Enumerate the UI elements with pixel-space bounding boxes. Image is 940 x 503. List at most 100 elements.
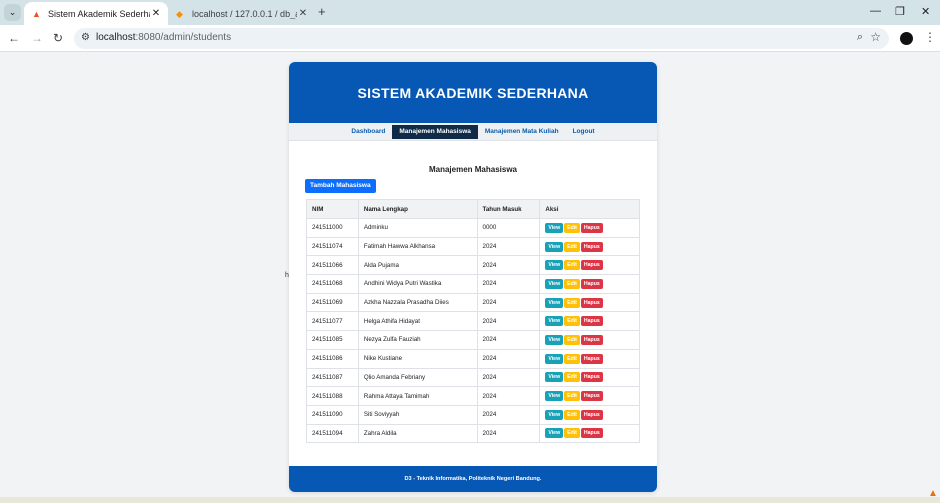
add-student-button[interactable]: Tambah Mahasiswa: [305, 179, 376, 193]
delete-button[interactable]: Hapus: [580, 409, 603, 420]
delete-button[interactable]: Hapus: [580, 297, 603, 308]
cell-name: Nike Kustiane: [357, 348, 478, 369]
table-row: 241511088 Rahma Attaya Tamimah 2024 View Edi…: [306, 386, 640, 406]
column-header-nim: NIM: [306, 199, 359, 219]
browser-toolbar: ← → ↻ ⚙ localhost:8080/admin/students ⌕ …: [0, 25, 940, 52]
cell-nim: 241511090: [306, 404, 359, 425]
cell-year: 2024: [476, 348, 541, 369]
edit-button[interactable]: Edit: [564, 316, 580, 327]
edit-button[interactable]: Edit: [564, 278, 580, 289]
view-button[interactable]: View: [545, 391, 564, 402]
cell-name: Azkha Nazzala Prasadha Diies: [357, 292, 478, 313]
delete-button[interactable]: Hapus: [580, 278, 603, 289]
back-icon[interactable]: ←: [8, 31, 20, 45]
site-info-icon[interactable]: ⚙: [81, 32, 90, 43]
bookmark-star-icon[interactable]: ☆: [870, 30, 881, 44]
cell-actions: View Edit Hapus: [539, 255, 640, 276]
edit-button[interactable]: Edit: [564, 241, 580, 252]
cell-name: Adminku: [357, 218, 478, 238]
view-button[interactable]: View: [545, 260, 564, 271]
nav-manajemen-mata-kuliah[interactable]: Manajemen Mata Kuliah: [478, 125, 566, 139]
cell-year: 2024: [476, 330, 541, 350]
phpmyadmin-icon: ◆: [176, 8, 183, 19]
delete-button[interactable]: Hapus: [580, 222, 603, 233]
cell-nim: 241511085: [306, 330, 359, 350]
tab-title: Sistem Akademik Sederhana: [48, 8, 150, 19]
delete-button[interactable]: Hapus: [580, 428, 603, 439]
forward-icon[interactable]: →: [31, 31, 43, 45]
table-row: 241511074 Fatimah Hawwa Alkhansa 2024 View E…: [306, 236, 640, 257]
zoom-icon[interactable]: ⌕: [857, 31, 863, 44]
new-tab-button[interactable]: +: [318, 5, 326, 19]
profile-avatar[interactable]: [900, 32, 913, 45]
table-row: 241511090 Siti Soviyyah 2024 View Edit Hapus: [306, 404, 640, 425]
view-button[interactable]: View: [545, 241, 564, 252]
cell-nim: 241511077: [306, 311, 359, 332]
reload-icon[interactable]: ↻: [53, 31, 63, 45]
tab-search-chevron-icon[interactable]: ⌄: [4, 4, 21, 21]
cell-name: Siti Soviyyah: [357, 404, 478, 425]
view-button[interactable]: View: [545, 334, 564, 345]
view-button[interactable]: View: [545, 409, 564, 420]
view-button[interactable]: View: [545, 372, 564, 383]
cell-year: 2024: [476, 311, 541, 332]
cell-name: Nezya Zulfa Fauziah: [357, 330, 478, 350]
cell-year: 2024: [476, 386, 541, 406]
view-button[interactable]: View: [545, 278, 564, 289]
footer-text: D3 - Teknik Informatika, Politeknik Nege…: [404, 476, 542, 482]
edit-button[interactable]: Edit: [564, 391, 580, 402]
app-header: SISTEM AKADEMIK SEDERHANA: [289, 62, 657, 123]
view-button[interactable]: View: [545, 316, 564, 327]
close-tab-icon[interactable]: ✕: [150, 8, 162, 19]
table-row: 241511077 Helga Athifa Hidayat 2024 View Edi…: [306, 311, 640, 332]
delete-button[interactable]: Hapus: [580, 372, 603, 383]
cell-actions: View Edit Hapus: [539, 236, 640, 257]
edit-button[interactable]: Edit: [564, 297, 580, 308]
nav-dashboard[interactable]: Dashboard: [344, 125, 392, 139]
table-row: 241511086 Nike Kustiane 2024 View Edit Hapus: [306, 348, 640, 369]
browser-tab-inactive[interactable]: ◆ localhost / 127.0.0.1 / db_akade ✕: [170, 2, 315, 25]
cell-year: 2024: [476, 367, 541, 388]
close-tab-icon[interactable]: ✕: [297, 8, 309, 19]
edit-button[interactable]: Edit: [564, 260, 580, 271]
nav-manajemen-mahasiswa[interactable]: Manajemen Mahasiswa: [392, 124, 478, 139]
cell-nim: 241511094: [306, 423, 359, 444]
cell-name: Rahma Attaya Tamimah: [357, 386, 478, 406]
view-button[interactable]: View: [545, 353, 564, 364]
url-text[interactable]: localhost:8080/admin/students: [96, 32, 231, 43]
edit-button[interactable]: Edit: [564, 372, 580, 383]
edit-button[interactable]: Edit: [564, 353, 580, 364]
delete-button[interactable]: Hapus: [580, 334, 603, 345]
table-row: 241511000 Adminku 0000 View Edit Hapus: [306, 218, 640, 238]
delete-button[interactable]: Hapus: [580, 241, 603, 252]
view-button[interactable]: View: [545, 297, 564, 308]
cell-nim: 241511069: [306, 292, 359, 313]
cell-year: 2024: [476, 404, 541, 425]
menu-kebab-icon[interactable]: ⋮: [924, 30, 936, 44]
browser-tab-active[interactable]: ▲ Sistem Akademik Sederhana ✕: [24, 2, 168, 25]
delete-button[interactable]: Hapus: [580, 260, 603, 271]
close-window-icon[interactable]: ✕: [921, 5, 930, 18]
column-header-actions: Aksi: [539, 199, 640, 219]
cell-nim: 241511074: [306, 236, 359, 257]
edit-button[interactable]: Edit: [564, 428, 580, 439]
cell-actions: View Edit Hapus: [539, 404, 640, 425]
browser-tab-bar: ⌄ ▲ Sistem Akademik Sederhana ✕ ◆ localh…: [0, 0, 940, 25]
cell-name: Qlio Amanda Febriany: [357, 367, 478, 388]
table-row: 241511085 Nezya Zulfa Fauziah 2024 View Edit…: [306, 330, 640, 350]
edit-button[interactable]: Edit: [564, 334, 580, 345]
view-button[interactable]: View: [545, 222, 564, 233]
restore-icon[interactable]: ❐: [895, 5, 905, 18]
table-row: 241511094 Zahra Aldila 2024 View Edit Hapus: [306, 423, 640, 444]
edit-button[interactable]: Edit: [564, 222, 580, 233]
delete-button[interactable]: Hapus: [580, 316, 603, 327]
delete-button[interactable]: Hapus: [580, 353, 603, 364]
cell-name: Fatimah Hawwa Alkhansa: [357, 236, 478, 257]
codeigniter-flame-icon: ▲: [32, 8, 41, 19]
nav-logout[interactable]: Logout: [566, 125, 602, 139]
delete-button[interactable]: Hapus: [580, 391, 603, 402]
view-button[interactable]: View: [545, 428, 564, 439]
edit-button[interactable]: Edit: [564, 409, 580, 420]
address-bar[interactable]: ⚙ localhost:8080/admin/students ⌕ ☆: [74, 28, 889, 49]
minimize-icon[interactable]: —: [870, 5, 881, 17]
